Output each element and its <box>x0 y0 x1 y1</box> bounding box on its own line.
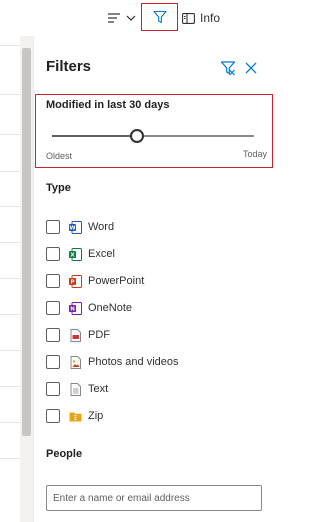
type-label: PowerPoint <box>88 275 145 287</box>
scrollbar-thumb[interactable] <box>22 48 31 436</box>
word-icon: W <box>69 220 82 234</box>
file-list-background <box>0 36 20 522</box>
photo-icon <box>70 355 81 369</box>
type-option-powerpoint[interactable]: P PowerPoint <box>46 273 144 289</box>
chevron-down-icon <box>126 15 136 21</box>
checkbox[interactable] <box>46 274 60 288</box>
panel-title: Filters <box>46 58 92 75</box>
text-file-icon <box>70 382 81 396</box>
filter-toggle-button[interactable] <box>141 3 178 31</box>
type-option-onenote[interactable]: N OneNote <box>46 300 132 316</box>
zip-icon <box>69 412 82 421</box>
type-option-word[interactable]: W Word <box>46 219 114 235</box>
type-option-zip[interactable]: Zip <box>46 408 103 424</box>
checkbox[interactable] <box>46 355 60 369</box>
checkbox[interactable] <box>46 220 60 234</box>
filters-panel: Filters Modified in last 30 days Oldest … <box>33 36 277 522</box>
people-heading: People <box>46 448 83 460</box>
clear-filter-icon[interactable] <box>220 60 236 76</box>
type-option-text[interactable]: Text <box>46 381 108 397</box>
close-icon[interactable] <box>243 60 259 76</box>
view-options-button[interactable] <box>107 9 137 27</box>
type-heading: Type <box>46 182 71 194</box>
checkbox[interactable] <box>46 247 60 261</box>
onenote-icon: N <box>69 301 82 315</box>
checkbox[interactable] <box>46 328 60 342</box>
checkbox[interactable] <box>46 301 60 315</box>
svg-text:W: W <box>69 225 75 231</box>
checkbox[interactable] <box>46 382 60 396</box>
svg-text:N: N <box>70 306 75 312</box>
type-label: Photos and videos <box>88 356 179 368</box>
svg-text:P: P <box>70 279 74 285</box>
type-label: Word <box>88 221 115 233</box>
type-label: Text <box>88 383 109 395</box>
type-label: Excel <box>88 248 115 260</box>
date-filter-title: Modified in last 30 days <box>46 99 170 111</box>
powerpoint-icon: P <box>69 274 82 288</box>
date-slider-fill <box>52 135 137 137</box>
slider-min-label: Oldest <box>46 151 73 161</box>
type-option-pdf[interactable]: PDF <box>46 327 110 343</box>
checkbox[interactable] <box>46 409 60 423</box>
info-panel-icon <box>182 12 195 24</box>
type-option-excel[interactable]: X Excel <box>46 246 115 262</box>
type-label: OneNote <box>88 302 133 314</box>
people-search-input[interactable] <box>46 485 262 511</box>
view-options-icon <box>108 13 120 23</box>
filter-icon <box>152 10 167 24</box>
type-option-photos[interactable]: Photos and videos <box>46 354 179 370</box>
type-label: Zip <box>88 410 104 422</box>
info-button[interactable]: Info <box>182 9 220 27</box>
info-label: Info <box>200 11 221 25</box>
date-slider-thumb[interactable] <box>129 129 144 143</box>
slider-max-label: Today <box>242 149 267 159</box>
excel-icon: X <box>69 247 82 261</box>
modified-date-filter: Modified in last 30 days Oldest Today <box>35 94 273 168</box>
top-toolbar: Info <box>0 0 277 36</box>
pdf-icon <box>70 328 81 342</box>
type-label: PDF <box>88 329 110 341</box>
